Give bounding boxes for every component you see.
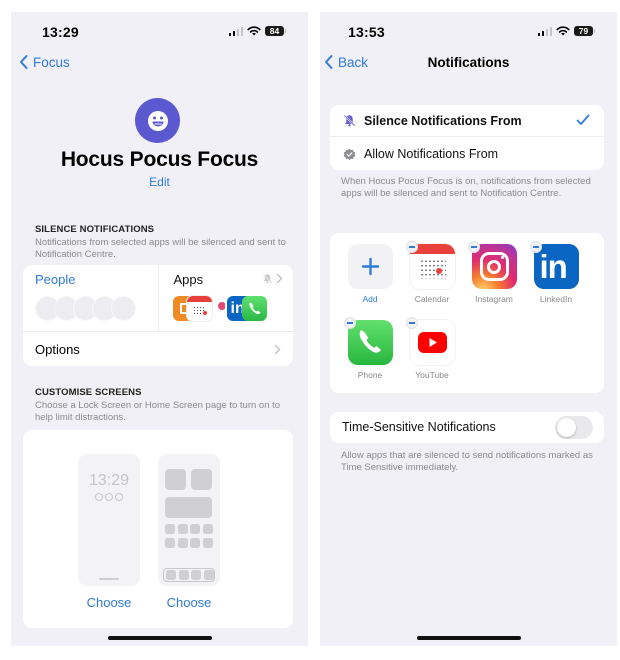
- app-name: LinkedIn: [539, 294, 573, 304]
- options-label: Options: [35, 341, 80, 357]
- customise-screens-card: 13:29 Choose Choose: [23, 430, 293, 628]
- app-name: Phone: [357, 370, 383, 380]
- app-name: YouTube: [415, 370, 449, 380]
- people-apps-row: People Apps in: [23, 265, 293, 332]
- mode-label: Allow Notifications From: [364, 147, 499, 161]
- back-label: Focus: [33, 54, 70, 70]
- battery-icon: 79: [574, 26, 595, 36]
- people-label: People: [35, 272, 76, 287]
- status-time: 13:29: [42, 24, 79, 40]
- remove-app-button[interactable]: [468, 241, 480, 253]
- battery-level: 79: [574, 26, 593, 36]
- status-bar: 13:53 79: [320, 12, 617, 52]
- cellular-signal-icon: [537, 26, 552, 36]
- status-icons: 84: [228, 26, 286, 36]
- bell-slash-icon: [262, 273, 273, 284]
- battery-level: 84: [265, 26, 284, 36]
- app-name: Instagram: [475, 294, 513, 304]
- app-instagram[interactable]: Instagram: [468, 241, 520, 304]
- navigation-bar: Back Notifications: [320, 54, 617, 76]
- lock-screen-preview[interactable]: 13:29: [78, 454, 140, 586]
- app-youtube[interactable]: YouTube: [406, 317, 458, 380]
- avatar: [111, 296, 136, 321]
- choose-home-screen-button[interactable]: Choose: [158, 595, 220, 610]
- bell-slash-icon: [343, 114, 356, 127]
- time-sensitive-footer: Allow apps that are silenced to send not…: [341, 450, 593, 473]
- lock-screen-widgets: [78, 493, 140, 501]
- app-linkedin[interactable]: in LinkedIn: [530, 241, 582, 304]
- focus-name: Hocus Pocus Focus: [60, 148, 259, 171]
- chevron-right-icon: [274, 344, 281, 354]
- silence-notifications-footer: Notifications from selected apps will be…: [35, 237, 286, 260]
- cellular-signal-icon: [228, 26, 243, 36]
- focus-settings-screen: 13:29 84 Focus Hocus Pocus Focus Edit SI…: [11, 12, 308, 646]
- app-name: Add: [362, 294, 378, 304]
- plus-icon: [347, 244, 393, 289]
- phone-app-icon: [241, 296, 267, 321]
- wifi-icon: [247, 26, 261, 36]
- notifications-settings-screen: 13:53 79 Back Notifications Silence Noti…: [320, 12, 617, 646]
- calendar-app-icon: [186, 296, 212, 321]
- notification-mode-card: Silence Notifications From Allow Notific…: [330, 105, 604, 170]
- add-app-button[interactable]: Add: [344, 244, 396, 304]
- silence-notifications-card: People Apps in Options: [23, 265, 293, 366]
- silence-notifications-option[interactable]: Silence Notifications From: [330, 105, 604, 137]
- home-screen-option: Choose: [158, 454, 220, 610]
- remove-app-button[interactable]: [530, 241, 542, 253]
- back-button[interactable]: Focus: [18, 54, 70, 70]
- chevron-right-icon: [276, 273, 283, 284]
- allow-notifications-option[interactable]: Allow Notifications From: [330, 138, 604, 170]
- remove-app-button[interactable]: [344, 317, 356, 329]
- time-sensitive-row: Time-Sensitive Notifications: [330, 412, 604, 443]
- customise-screens-footer: Choose a Lock Screen or Home Screen page…: [35, 400, 281, 423]
- page-title: Notifications: [427, 55, 510, 70]
- edit-focus-button[interactable]: Edit: [11, 175, 308, 189]
- silence-notifications-header: SILENCE NOTIFICATIONS: [35, 224, 155, 235]
- people-cell[interactable]: People: [23, 265, 158, 331]
- instagram-app-icon: [215, 296, 225, 321]
- remove-app-button[interactable]: [406, 317, 418, 329]
- status-time: 13:53: [348, 24, 385, 40]
- home-screen-preview[interactable]: [158, 454, 220, 586]
- checkmark-seal-icon: [343, 148, 356, 160]
- status-icons: 79: [537, 26, 595, 36]
- selected-apps-preview: in: [172, 296, 283, 322]
- lock-screen-option: 13:29 Choose: [78, 454, 140, 610]
- chevron-left-icon: [20, 55, 28, 69]
- app-name: Calendar: [414, 294, 450, 304]
- choose-lock-screen-button[interactable]: Choose: [78, 595, 140, 610]
- mode-label: Silence Notifications From: [364, 113, 522, 128]
- remove-app-button[interactable]: [406, 241, 418, 253]
- home-indicator[interactable]: [107, 636, 212, 640]
- smiley-face-icon: [135, 98, 180, 143]
- checkmark-icon: [576, 114, 590, 125]
- time-sensitive-toggle[interactable]: [555, 416, 593, 439]
- status-bar: 13:29 84: [11, 12, 308, 52]
- wifi-icon: [556, 26, 570, 36]
- modes-footer: When Hocus Pocus Focus is on, notificati…: [341, 176, 591, 199]
- app-calendar[interactable]: Calendar: [406, 241, 458, 304]
- time-sensitive-label: Time-Sensitive Notifications: [342, 420, 496, 434]
- navigation-bar: Focus: [11, 54, 308, 76]
- home-indicator[interactable]: [416, 636, 521, 640]
- options-row[interactable]: Options: [23, 332, 293, 366]
- apps-cell[interactable]: Apps in: [157, 265, 294, 331]
- silenced-apps-card: Add Calendar Instagram in LinkedIn Phone…: [330, 233, 604, 393]
- battery-icon: 84: [265, 26, 286, 36]
- apps-label: Apps: [173, 272, 204, 287]
- app-phone[interactable]: Phone: [344, 317, 396, 380]
- customise-screens-header: CUSTOMISE SCREENS: [35, 387, 142, 398]
- lock-screen-time: 13:29: [88, 472, 130, 489]
